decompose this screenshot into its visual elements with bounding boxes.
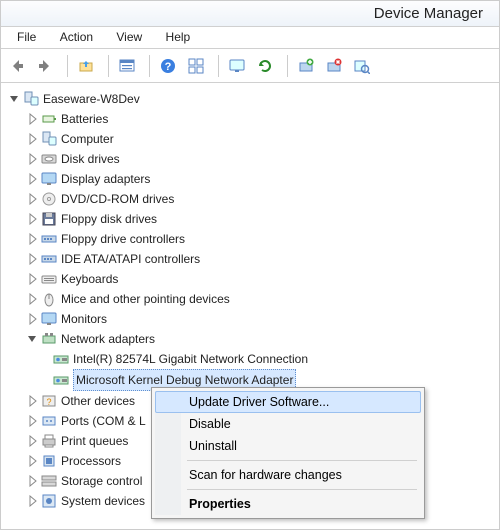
- window-titlebar: Device Manager: [1, 1, 499, 27]
- help-button[interactable]: [158, 54, 182, 78]
- dvd-icon: [41, 191, 57, 207]
- toolbar: [1, 49, 499, 83]
- toolbar-separator: [287, 55, 288, 77]
- tree-item-fdd[interactable]: Floppy disk drives: [5, 209, 495, 229]
- menu-item-update-driver[interactable]: Update Driver Software...: [155, 391, 421, 413]
- controller-icon: [41, 251, 57, 267]
- menu-bar: File Action View Help: [1, 27, 499, 49]
- root-label: Easeware-W8Dev: [43, 89, 140, 109]
- arrow-left-icon: [9, 58, 25, 74]
- window-list-icon: [119, 58, 135, 74]
- scan-button[interactable]: [352, 54, 376, 78]
- tree-root[interactable]: Easeware-W8Dev: [5, 89, 495, 109]
- expand-icon[interactable]: [27, 153, 39, 165]
- monitor-icon: [229, 58, 245, 74]
- expand-icon[interactable]: [27, 253, 39, 265]
- tree-item-network[interactable]: Network adapters: [5, 329, 495, 349]
- computer-icon: [23, 91, 39, 107]
- monitor-icon: [41, 311, 57, 327]
- refresh-icon: [257, 58, 273, 74]
- controller-icon: [41, 231, 57, 247]
- menu-view[interactable]: View: [106, 27, 152, 47]
- expand-icon[interactable]: [27, 113, 39, 125]
- expand-icon[interactable]: [27, 395, 39, 407]
- menu-item-disable[interactable]: Disable: [155, 413, 421, 435]
- expand-icon[interactable]: [27, 415, 39, 427]
- expand-icon[interactable]: [27, 455, 39, 467]
- expand-icon[interactable]: [27, 435, 39, 447]
- back-button[interactable]: [7, 54, 31, 78]
- tree-item-monitors[interactable]: Monitors: [5, 309, 495, 329]
- menu-item-scan[interactable]: Scan for hardware changes: [155, 464, 421, 486]
- nic-icon: [53, 372, 69, 388]
- expand-icon[interactable]: [27, 293, 39, 305]
- tree-item-display[interactable]: Display adapters: [5, 169, 495, 189]
- toolbar-separator: [67, 55, 68, 77]
- expand-icon[interactable]: [27, 213, 39, 225]
- toolbar-separator: [108, 55, 109, 77]
- window-title: Device Manager: [374, 5, 483, 22]
- expand-icon[interactable]: [27, 273, 39, 285]
- remove-hardware-icon: [326, 58, 342, 74]
- tree-item-disk[interactable]: Disk drives: [5, 149, 495, 169]
- folder-up-icon: [78, 58, 94, 74]
- toolbar-separator: [218, 55, 219, 77]
- toolbar-separator: [149, 55, 150, 77]
- tree-item-batteries[interactable]: Batteries: [5, 109, 495, 129]
- expand-icon[interactable]: [27, 173, 39, 185]
- tree-item-computer[interactable]: Computer: [5, 129, 495, 149]
- mouse-icon: [41, 291, 57, 307]
- menu-separator: [187, 460, 417, 461]
- expand-icon[interactable]: [27, 133, 39, 145]
- forward-button[interactable]: [35, 54, 59, 78]
- tree-item-mice[interactable]: Mice and other pointing devices: [5, 289, 495, 309]
- tree-item-ide[interactable]: IDE ATA/ATAPI controllers: [5, 249, 495, 269]
- network-adapter-icon: [41, 331, 57, 347]
- update-driver-button[interactable]: [296, 54, 320, 78]
- floppy-icon: [41, 211, 57, 227]
- tile-icon: [188, 58, 204, 74]
- collapse-icon[interactable]: [9, 93, 21, 105]
- other-devices-icon: [41, 393, 57, 409]
- scan-icon: [354, 58, 370, 74]
- battery-icon: [41, 111, 57, 127]
- expand-icon[interactable]: [27, 475, 39, 487]
- refresh-button[interactable]: [255, 54, 279, 78]
- tree-item-nic-intel[interactable]: Intel(R) 82574L Gigabit Network Connecti…: [5, 349, 495, 369]
- disk-icon: [41, 151, 57, 167]
- printer-icon: [41, 433, 57, 449]
- uninstall-button[interactable]: [324, 54, 348, 78]
- display-icon: [41, 171, 57, 187]
- tree-item-keyboards[interactable]: Keyboards: [5, 269, 495, 289]
- tile-button[interactable]: [186, 54, 210, 78]
- context-menu: Update Driver Software... Disable Uninst…: [151, 387, 425, 519]
- collapse-icon[interactable]: [27, 333, 39, 345]
- port-icon: [41, 413, 57, 429]
- processor-icon: [41, 453, 57, 469]
- help-icon: [160, 58, 176, 74]
- expand-icon[interactable]: [27, 495, 39, 507]
- keyboard-icon: [41, 271, 57, 287]
- menu-help[interactable]: Help: [156, 27, 201, 47]
- tree-item-dvd[interactable]: DVD/CD-ROM drives: [5, 189, 495, 209]
- up-button[interactable]: [76, 54, 100, 78]
- computer-icon: [41, 131, 57, 147]
- tree-item-fdc[interactable]: Floppy drive controllers: [5, 229, 495, 249]
- expand-icon[interactable]: [27, 313, 39, 325]
- system-icon: [41, 493, 57, 509]
- menu-item-properties[interactable]: Properties: [155, 493, 421, 515]
- menu-item-uninstall[interactable]: Uninstall: [155, 435, 421, 457]
- storage-icon: [41, 473, 57, 489]
- expand-icon[interactable]: [27, 193, 39, 205]
- add-hardware-icon: [298, 58, 314, 74]
- nic-icon: [53, 351, 69, 367]
- show-hide-button[interactable]: [117, 54, 141, 78]
- menu-file[interactable]: File: [7, 27, 46, 47]
- expand-icon[interactable]: [27, 233, 39, 245]
- properties-button[interactable]: [227, 54, 251, 78]
- menu-action[interactable]: Action: [50, 27, 103, 47]
- menu-separator: [187, 489, 417, 490]
- arrow-right-icon: [37, 58, 53, 74]
